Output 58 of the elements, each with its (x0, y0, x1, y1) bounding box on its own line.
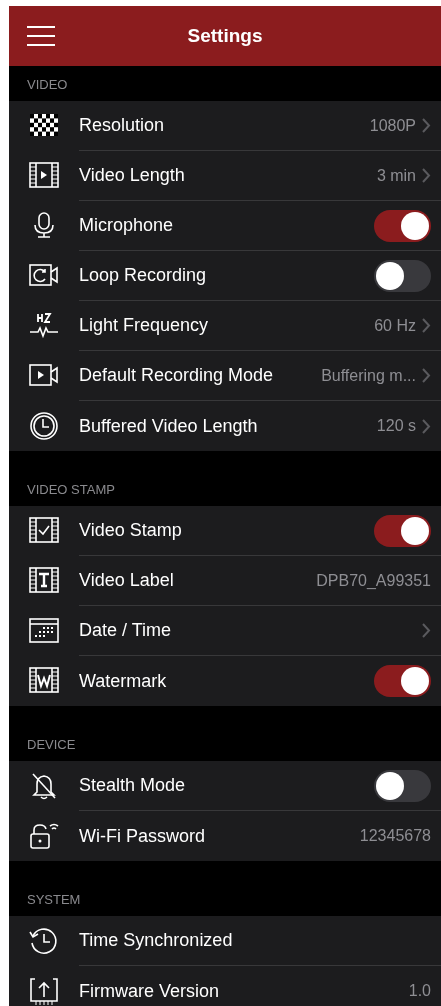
setting-label: Firmware Version (79, 980, 221, 1002)
section-title: SYSTEM (27, 892, 81, 907)
header-title: Settings (187, 25, 263, 47)
settings-row[interactable]: Video Label DPB70_A99351 (9, 556, 441, 606)
chevron-icon (422, 168, 431, 183)
clock-icon (28, 410, 60, 442)
setting-label: Wi-Fi Password (79, 825, 206, 847)
setting-label: Loop Recording (79, 265, 208, 286)
setting-label: Resolution (79, 115, 166, 136)
section-title: VIDEO (27, 77, 68, 92)
setting-value: DPB70_A99351 (316, 571, 431, 590)
settings-row[interactable]: Video Stamp (9, 506, 441, 556)
settings-row[interactable]: Date / Time (9, 606, 441, 656)
settings-row[interactable]: Light Frequency 60 Hz (9, 301, 441, 351)
setting-value: 60 Hz (374, 316, 416, 335)
settings-row[interactable]: Firmware Version 1.0 (9, 966, 441, 1006)
setting-label: Date / Time (79, 620, 173, 641)
setting-value: 12345678 (359, 827, 431, 845)
setting-value: 3 min (376, 166, 416, 185)
setting-value: Buffering m... (321, 366, 416, 385)
toggle-switch[interactable] (374, 514, 431, 547)
toggle-switch[interactable] (374, 665, 431, 697)
setting-label: Microphone (79, 215, 175, 236)
history-icon (28, 925, 60, 957)
menu-icon[interactable] (27, 24, 55, 48)
settings-row[interactable]: Stealth Mode (9, 761, 441, 811)
chevron-icon (422, 418, 431, 434)
chevron-icon (422, 118, 431, 133)
setting-label: Video Label (79, 570, 175, 591)
setting-value: 1.0 (408, 982, 431, 1000)
setting-label: Video Length (79, 165, 186, 186)
settings-row[interactable]: Wi-Fi Password 12345678 (9, 811, 441, 861)
setting-label: Default Recording Mode (79, 365, 275, 386)
setting-label: Stealth Mode (79, 775, 187, 796)
chevron-icon (422, 623, 431, 638)
settings-row[interactable]: Resolution 1080P (9, 101, 441, 151)
settings-row[interactable]: Default Recording Mode Buffering m... (9, 351, 441, 401)
chevron-icon (422, 368, 431, 383)
setting-label: Watermark (79, 670, 168, 692)
toggle-switch[interactable] (374, 259, 431, 292)
section-title: DEVICE (27, 737, 76, 752)
setting-label: Light Frequency (79, 315, 210, 336)
setting-label: Video Stamp (79, 520, 183, 541)
settings-row[interactable]: Video Length 3 min (9, 151, 441, 201)
settings-row[interactable]: Buffered Video Length 120 s (9, 401, 441, 451)
chevron-icon (422, 318, 431, 333)
settings-row[interactable]: Microphone (9, 201, 441, 251)
setting-value: 1080P (369, 116, 416, 135)
toggle-switch[interactable] (374, 209, 431, 242)
setting-label: Time Synchronized (79, 930, 234, 951)
settings-row[interactable]: Loop Recording (9, 251, 441, 301)
settings-row[interactable]: Time Synchronized (9, 916, 441, 966)
section-title: VIDEO STAMP (27, 482, 115, 497)
firmware-upload-icon (28, 975, 60, 1006)
setting-label: Buffered Video Length (79, 415, 259, 437)
settings-row[interactable]: Watermark (9, 656, 441, 706)
toggle-switch[interactable] (374, 769, 431, 802)
setting-value: 120 s (376, 417, 416, 435)
